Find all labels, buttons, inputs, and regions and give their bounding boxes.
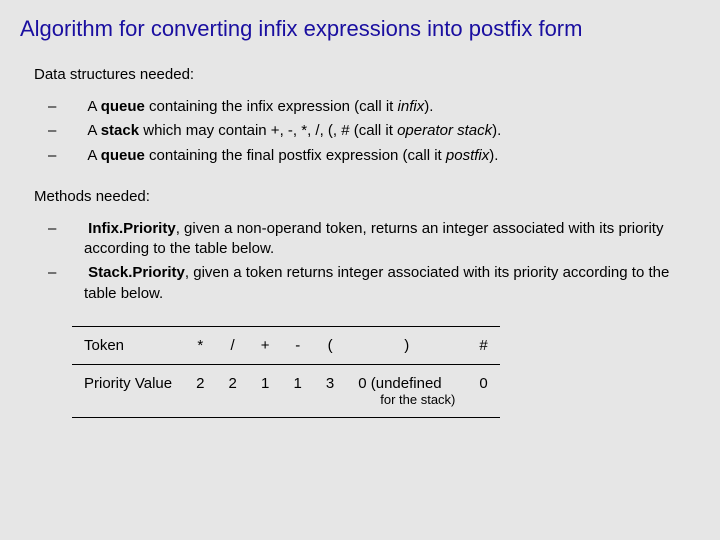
table-header-cell: Token	[72, 326, 184, 364]
list-item: Stack.Priority, given a token returns in…	[66, 263, 700, 304]
text: A	[87, 98, 100, 115]
text: containing the infix expression (call it	[145, 98, 398, 115]
text-italic: postfix	[446, 147, 489, 164]
text: ).	[489, 147, 498, 164]
text-italic: infix	[398, 98, 425, 115]
list-item: A queue containing the infix expression …	[66, 97, 700, 117]
text: ).	[424, 98, 433, 115]
table-cell: 1	[249, 364, 282, 417]
slide: Algorithm for converting infix expressio…	[0, 0, 720, 438]
text: A	[87, 147, 100, 164]
text: A	[87, 122, 100, 139]
row-label: Priority Value	[84, 375, 172, 392]
text: ).	[492, 122, 501, 139]
text: which may contain +, -, *, /, (, # (call…	[139, 122, 397, 139]
methods-label: Methods needed:	[34, 188, 700, 205]
list-item: Infix.Priority, given a non-operand toke…	[66, 219, 700, 260]
text-bold: queue	[101, 98, 145, 115]
table-header-cell: *	[184, 326, 216, 364]
methods-list: Infix.Priority, given a non-operand toke…	[20, 219, 700, 304]
table-header-cell: #	[467, 326, 499, 364]
table-header-cell: -	[282, 326, 314, 364]
priority-table: Token * / + - ( ) # Priority Value 2 2 1…	[72, 326, 500, 418]
table-header-cell: /	[216, 326, 248, 364]
list-item: A stack which may contain +, -, *, /, (,…	[66, 121, 700, 141]
table-cell: 3	[314, 364, 346, 417]
table-cell: 2	[184, 364, 216, 417]
text-bold: stack	[101, 122, 139, 139]
text-bold: Stack.Priority	[88, 264, 185, 281]
text-note: for the stack)	[358, 392, 455, 407]
list-item: A queue containing the final postfix exp…	[66, 146, 700, 166]
text-bold: queue	[101, 147, 145, 164]
table-cell: 2	[216, 364, 248, 417]
text: containing the final postfix expression …	[145, 147, 446, 164]
table-row: Token * / + - ( ) #	[72, 326, 500, 364]
table-header-cell: (	[314, 326, 346, 364]
text-bold: Infix.Priority	[88, 220, 176, 237]
table-cell: 1	[282, 364, 314, 417]
data-structures-label: Data structures needed:	[34, 66, 700, 83]
data-structures-list: A queue containing the infix expression …	[20, 97, 700, 166]
table-cell: Priority Value	[72, 364, 184, 417]
table-header-cell: +	[249, 326, 282, 364]
text: 0 (undefined	[358, 375, 441, 392]
table-cell: 0 (undefined for the stack)	[346, 364, 467, 417]
text-italic: operator stack	[397, 122, 492, 139]
table-cell: 0	[467, 364, 499, 417]
table-row: Priority Value 2 2 1 1 3 0 (undefined fo…	[72, 364, 500, 417]
table-header-cell: )	[346, 326, 467, 364]
page-title: Algorithm for converting infix expressio…	[20, 16, 700, 42]
